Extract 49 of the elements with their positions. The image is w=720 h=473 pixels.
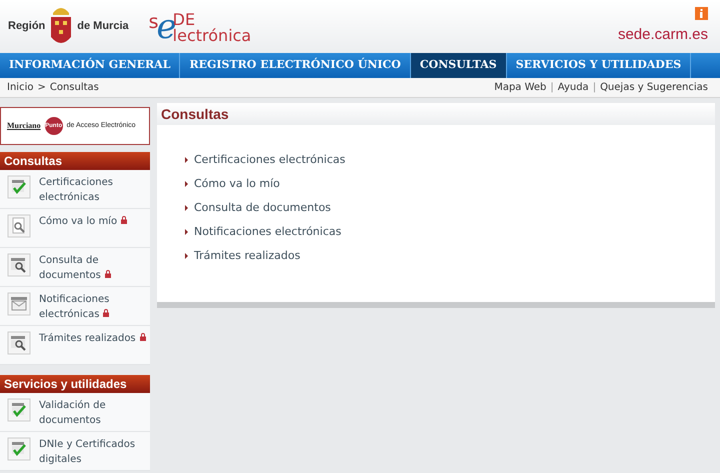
section-header: Servicios y utilidades [0,375,150,393]
consulta-link[interactable]: Trámites realizados [194,248,300,263]
top-link[interactable]: Ayuda [558,80,589,95]
section-header: Consultas [0,152,150,170]
sidebar-item-label: Cómo va lo mío [39,214,147,229]
check-document-icon [7,398,31,422]
sidebar-item-label: DNIe y Certificados digitales [39,438,136,467]
sidebar-item-label: Consulta de documentos [39,253,147,283]
breadcrumb-link[interactable]: Consultas [50,80,99,95]
sidebar-item[interactable]: Certificaciones electrónicas [0,170,150,209]
sidebar-item-label: Trámites realizados [39,331,147,346]
sidebar-item-label: Notificaciones electrónicas [39,293,110,322]
nav-tab[interactable]: CONSULTAS [410,53,507,78]
bullet-icon [185,228,188,234]
consulta-link[interactable]: Cómo va lo mío [194,176,280,191]
document-search-icon [7,331,31,355]
site-address[interactable]: sede.carm.es [618,24,708,46]
document-search-icon [7,253,31,277]
sidebar-item[interactable]: Notificaciones electrónicas [0,287,150,326]
sidebar-item-label: Certificaciones electrónicas [39,176,114,205]
lock-icon [140,333,146,341]
bullet-icon [185,204,188,210]
consulta-link[interactable]: Notificaciones electrónicas [194,224,342,239]
consulta-link[interactable]: Consulta de documentos [194,200,331,215]
sidebar-item[interactable]: Validación de documentos [0,393,150,432]
region-logo[interactable]: Región de Murcia [8,4,129,48]
sidebar-item[interactable]: Consulta de documentos [0,248,150,287]
bullet-icon [185,156,188,162]
link-separator: | [550,81,554,95]
top-link[interactable]: Quejas y Sugerencias [600,80,708,95]
bullet-icon [185,180,188,186]
lock-icon [103,309,110,317]
check-document-icon [7,175,31,199]
lock-icon [121,216,128,224]
envelope-icon [7,292,31,316]
sidebar-item[interactable]: Trámites realizados [0,326,150,365]
breadcrumb-separator: > [37,81,46,95]
magnifier-icon [7,214,31,238]
info-icon[interactable] [695,6,708,20]
breadcrumb-link[interactable]: Inicio [7,80,34,95]
top-link[interactable]: Mapa Web [494,80,546,95]
lock-icon [104,270,111,278]
sidebar-item[interactable]: DNIe y Certificados digitales [0,432,150,471]
consulta-link[interactable]: Certificaciones electrónicas [194,152,346,167]
bullet-icon [185,252,188,258]
check-document-icon [7,437,31,461]
link-separator: | [592,81,596,95]
sidebar-item-label: Validación de documentos [39,399,107,428]
sidebar-item[interactable]: Cómo va lo mío [0,209,150,248]
